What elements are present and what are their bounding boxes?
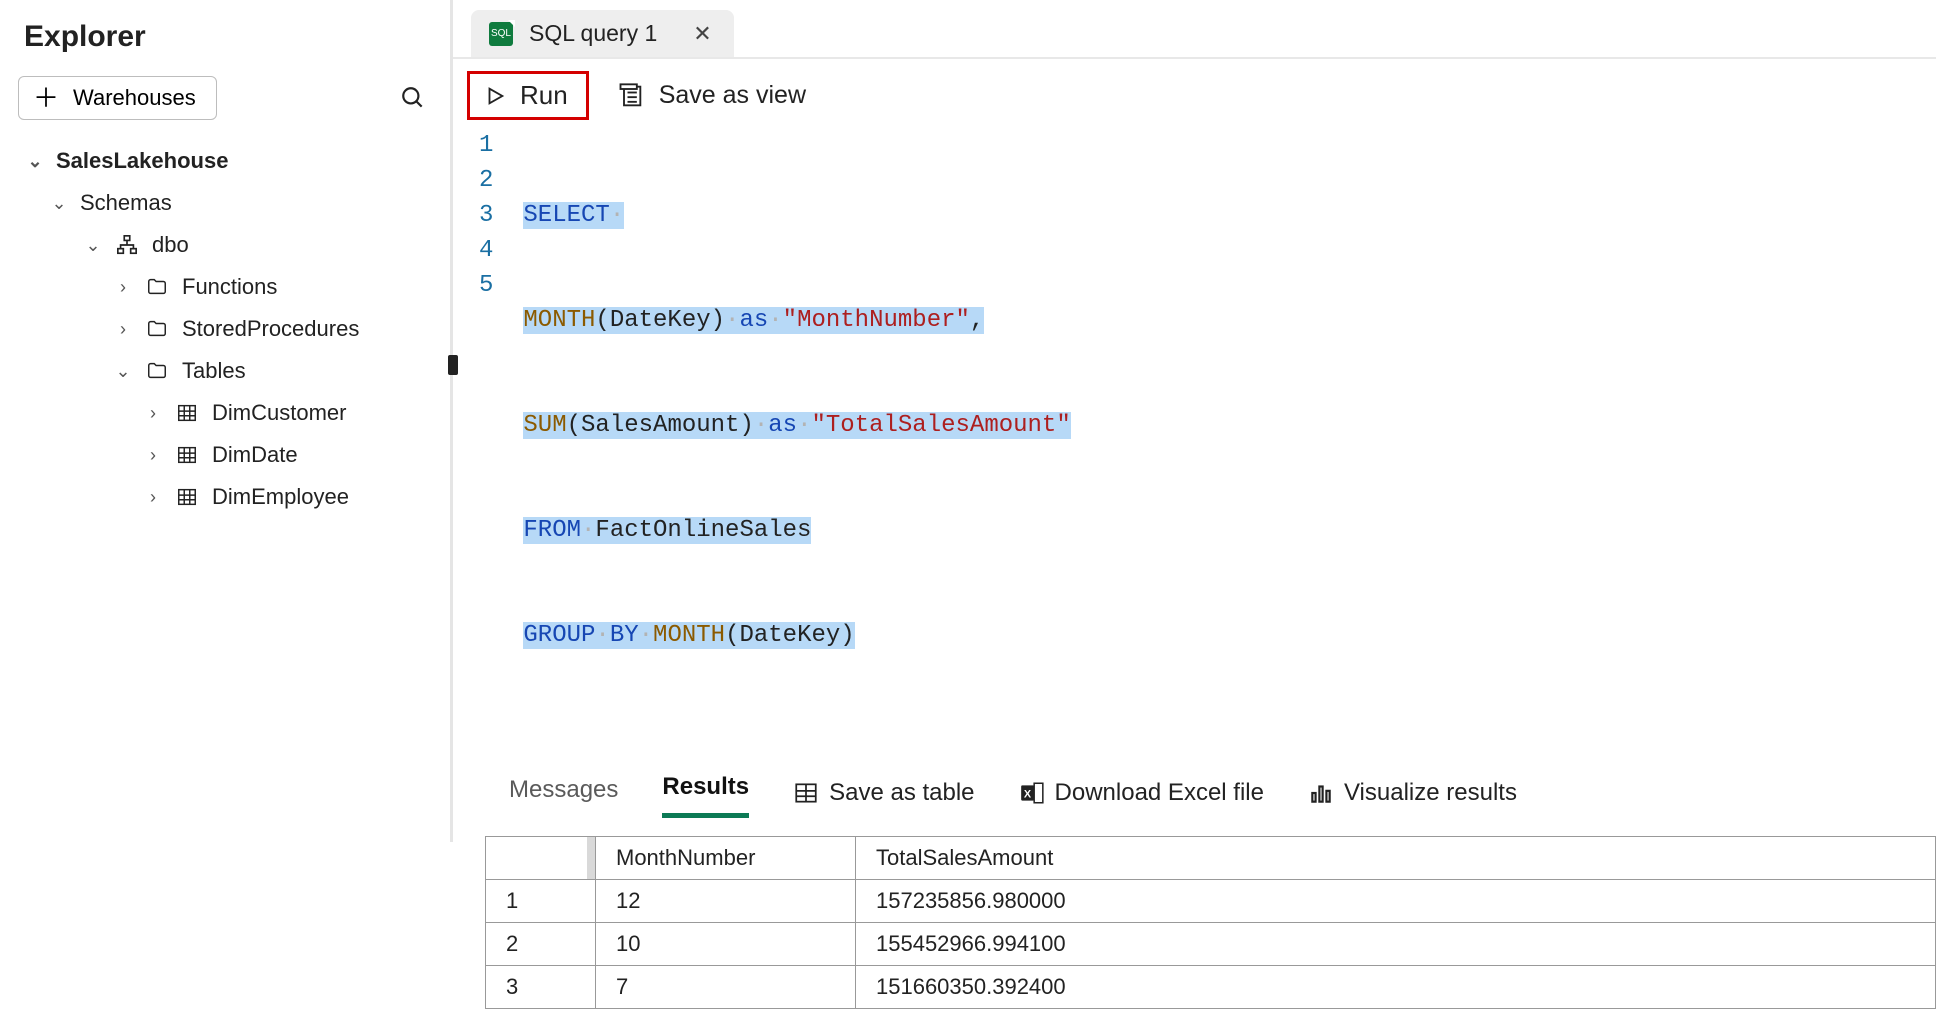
save-as-view-label: Save as view (659, 81, 806, 110)
tree-item-tables[interactable]: ⌄ Tables (12, 350, 450, 392)
grid-cell[interactable]: 12 (596, 880, 856, 923)
grid-cell[interactable]: 151660350.392400 (856, 966, 1936, 1009)
table-icon (174, 484, 200, 510)
folder-icon (144, 358, 170, 384)
grid-cell[interactable]: 10 (596, 923, 856, 966)
code-content: SELECT· MONTH(DateKey)·as·"MonthNumber",… (523, 128, 1070, 723)
grid-cell[interactable]: 155452966.994100 (856, 923, 1936, 966)
table-icon (174, 400, 200, 426)
bar-chart-icon (1308, 780, 1334, 806)
row-index[interactable]: 2 (486, 923, 596, 966)
tree-item-database[interactable]: ⌄ SalesLakehouse (12, 140, 450, 182)
tables-label: Tables (182, 358, 246, 384)
tree-item-schema-dbo[interactable]: ⌄ dbo (12, 224, 450, 266)
functions-label: Functions (182, 274, 277, 300)
chevron-right-icon: › (144, 403, 162, 424)
excel-icon: X (1019, 780, 1045, 806)
save-as-table-button[interactable]: Save as table (793, 779, 974, 807)
download-excel-button[interactable]: X Download Excel file (1019, 779, 1264, 807)
chevron-down-icon: ⌄ (114, 361, 132, 382)
chevron-down-icon: ⌄ (84, 235, 102, 256)
tab-sql-query[interactable]: SQL SQL query 1 ✕ (471, 10, 734, 57)
close-icon[interactable]: ✕ (693, 21, 711, 47)
main-panel: SQL SQL query 1 ✕ Run Save as view (450, 0, 1936, 842)
table-label: DimEmployee (212, 484, 349, 510)
save-as-view-button[interactable]: Save as view (617, 73, 806, 118)
line-number: 1 (479, 128, 493, 163)
schema-icon (114, 232, 140, 258)
run-label: Run (520, 80, 568, 111)
tree-item-table[interactable]: › DimEmployee (12, 476, 450, 518)
folder-icon (144, 274, 170, 300)
schema-label: dbo (152, 232, 189, 258)
tab-label: SQL query 1 (529, 20, 657, 47)
line-number: 4 (479, 233, 493, 268)
download-excel-label: Download Excel file (1055, 779, 1264, 807)
split-handle[interactable] (448, 355, 458, 375)
run-button[interactable]: Run (467, 71, 589, 120)
tree-item-functions[interactable]: › Functions (12, 266, 450, 308)
tree-item-storedprocedures[interactable]: › StoredProcedures (12, 308, 450, 350)
explorer-title: Explorer (0, 10, 450, 76)
database-label: SalesLakehouse (56, 148, 228, 174)
add-warehouses-button[interactable]: ＋ Warehouses (18, 76, 217, 120)
results-grid[interactable]: MonthNumber TotalSalesAmount 1 12 157235… (485, 836, 1936, 1009)
chevron-right-icon: › (144, 445, 162, 466)
results-toolbar: Messages Results Save as table X Downloa… (453, 743, 1936, 826)
save-as-table-label: Save as table (829, 779, 974, 807)
sql-editor[interactable]: 1 2 3 4 5 SELECT· MONTH(DateKey)·as·"Mon… (453, 128, 1936, 743)
warehouses-label: Warehouses (73, 85, 196, 111)
explorer-panel: Explorer ＋ Warehouses ⌄ SalesLakehouse ⌄… (0, 0, 450, 842)
save-view-icon (617, 82, 645, 110)
storedprocedures-label: StoredProcedures (182, 316, 359, 342)
search-button[interactable] (400, 85, 426, 111)
table-icon (174, 442, 200, 468)
table-icon (793, 780, 819, 806)
play-icon (484, 85, 506, 107)
line-gutter: 1 2 3 4 5 (479, 128, 523, 723)
table-label: DimCustomer (212, 400, 346, 426)
line-number: 5 (479, 268, 493, 303)
editor-tab-bar: SQL SQL query 1 ✕ (453, 0, 1936, 59)
chevron-down-icon: ⌄ (26, 151, 44, 172)
line-number: 2 (479, 163, 493, 198)
column-header[interactable]: MonthNumber (596, 836, 856, 880)
tree-item-table[interactable]: › DimDate (12, 434, 450, 476)
grid-cell[interactable]: 157235856.980000 (856, 880, 1936, 923)
column-header[interactable]: TotalSalesAmount (856, 836, 1936, 880)
tab-results[interactable]: Results (662, 767, 749, 818)
explorer-tree: ⌄ SalesLakehouse ⌄ Schemas ⌄ dbo › Funct… (0, 140, 450, 518)
schemas-label: Schemas (80, 190, 172, 216)
grid-cell[interactable]: 7 (596, 966, 856, 1009)
sql-file-icon: SQL (489, 22, 513, 46)
row-index[interactable]: 3 (486, 966, 596, 1009)
visualize-results-button[interactable]: Visualize results (1308, 779, 1517, 807)
tree-item-table[interactable]: › DimCustomer (12, 392, 450, 434)
chevron-down-icon: ⌄ (50, 193, 68, 214)
chevron-right-icon: › (144, 487, 162, 508)
chevron-right-icon: › (114, 277, 132, 298)
svg-text:X: X (1023, 788, 1031, 800)
grid-corner (486, 836, 596, 880)
tab-messages[interactable]: Messages (509, 770, 618, 816)
visualize-results-label: Visualize results (1344, 779, 1517, 807)
folder-icon (144, 316, 170, 342)
tree-item-schemas[interactable]: ⌄ Schemas (12, 182, 450, 224)
chevron-right-icon: › (114, 319, 132, 340)
table-label: DimDate (212, 442, 298, 468)
plus-icon: ＋ (33, 85, 59, 111)
row-index[interactable]: 1 (486, 880, 596, 923)
search-icon (400, 85, 426, 111)
editor-toolbar: Run Save as view (453, 59, 1936, 128)
line-number: 3 (479, 198, 493, 233)
